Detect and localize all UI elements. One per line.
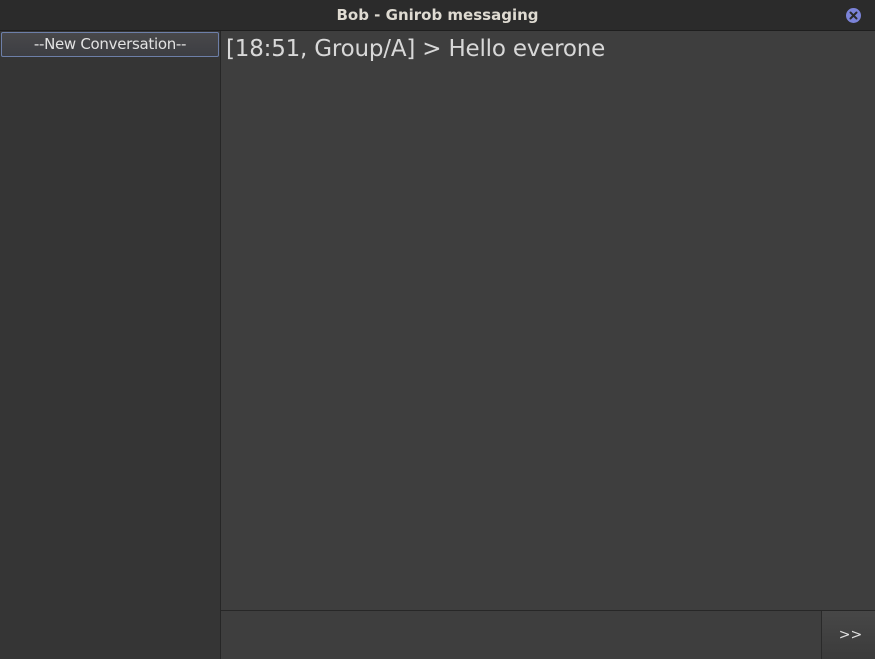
title-bar[interactable]: Bob - Gnirob messaging [0, 0, 875, 31]
new-conversation-button[interactable]: --New Conversation-- [1, 32, 219, 57]
composer-row: >> [221, 610, 875, 659]
message-input[interactable] [221, 611, 820, 659]
window-title: Bob - Gnirob messaging [336, 6, 539, 24]
chat-message: [18:51, Group/A] > Hello everone [226, 36, 606, 62]
messaging-window: Bob - Gnirob messaging --New Conversatio… [0, 0, 875, 659]
conversation-sidebar: --New Conversation-- [0, 31, 221, 659]
close-button[interactable] [846, 8, 861, 23]
chat-log: [18:51, Group/A] > Hello everone [221, 31, 875, 610]
close-icon [849, 11, 858, 20]
send-button[interactable]: >> [821, 611, 875, 659]
